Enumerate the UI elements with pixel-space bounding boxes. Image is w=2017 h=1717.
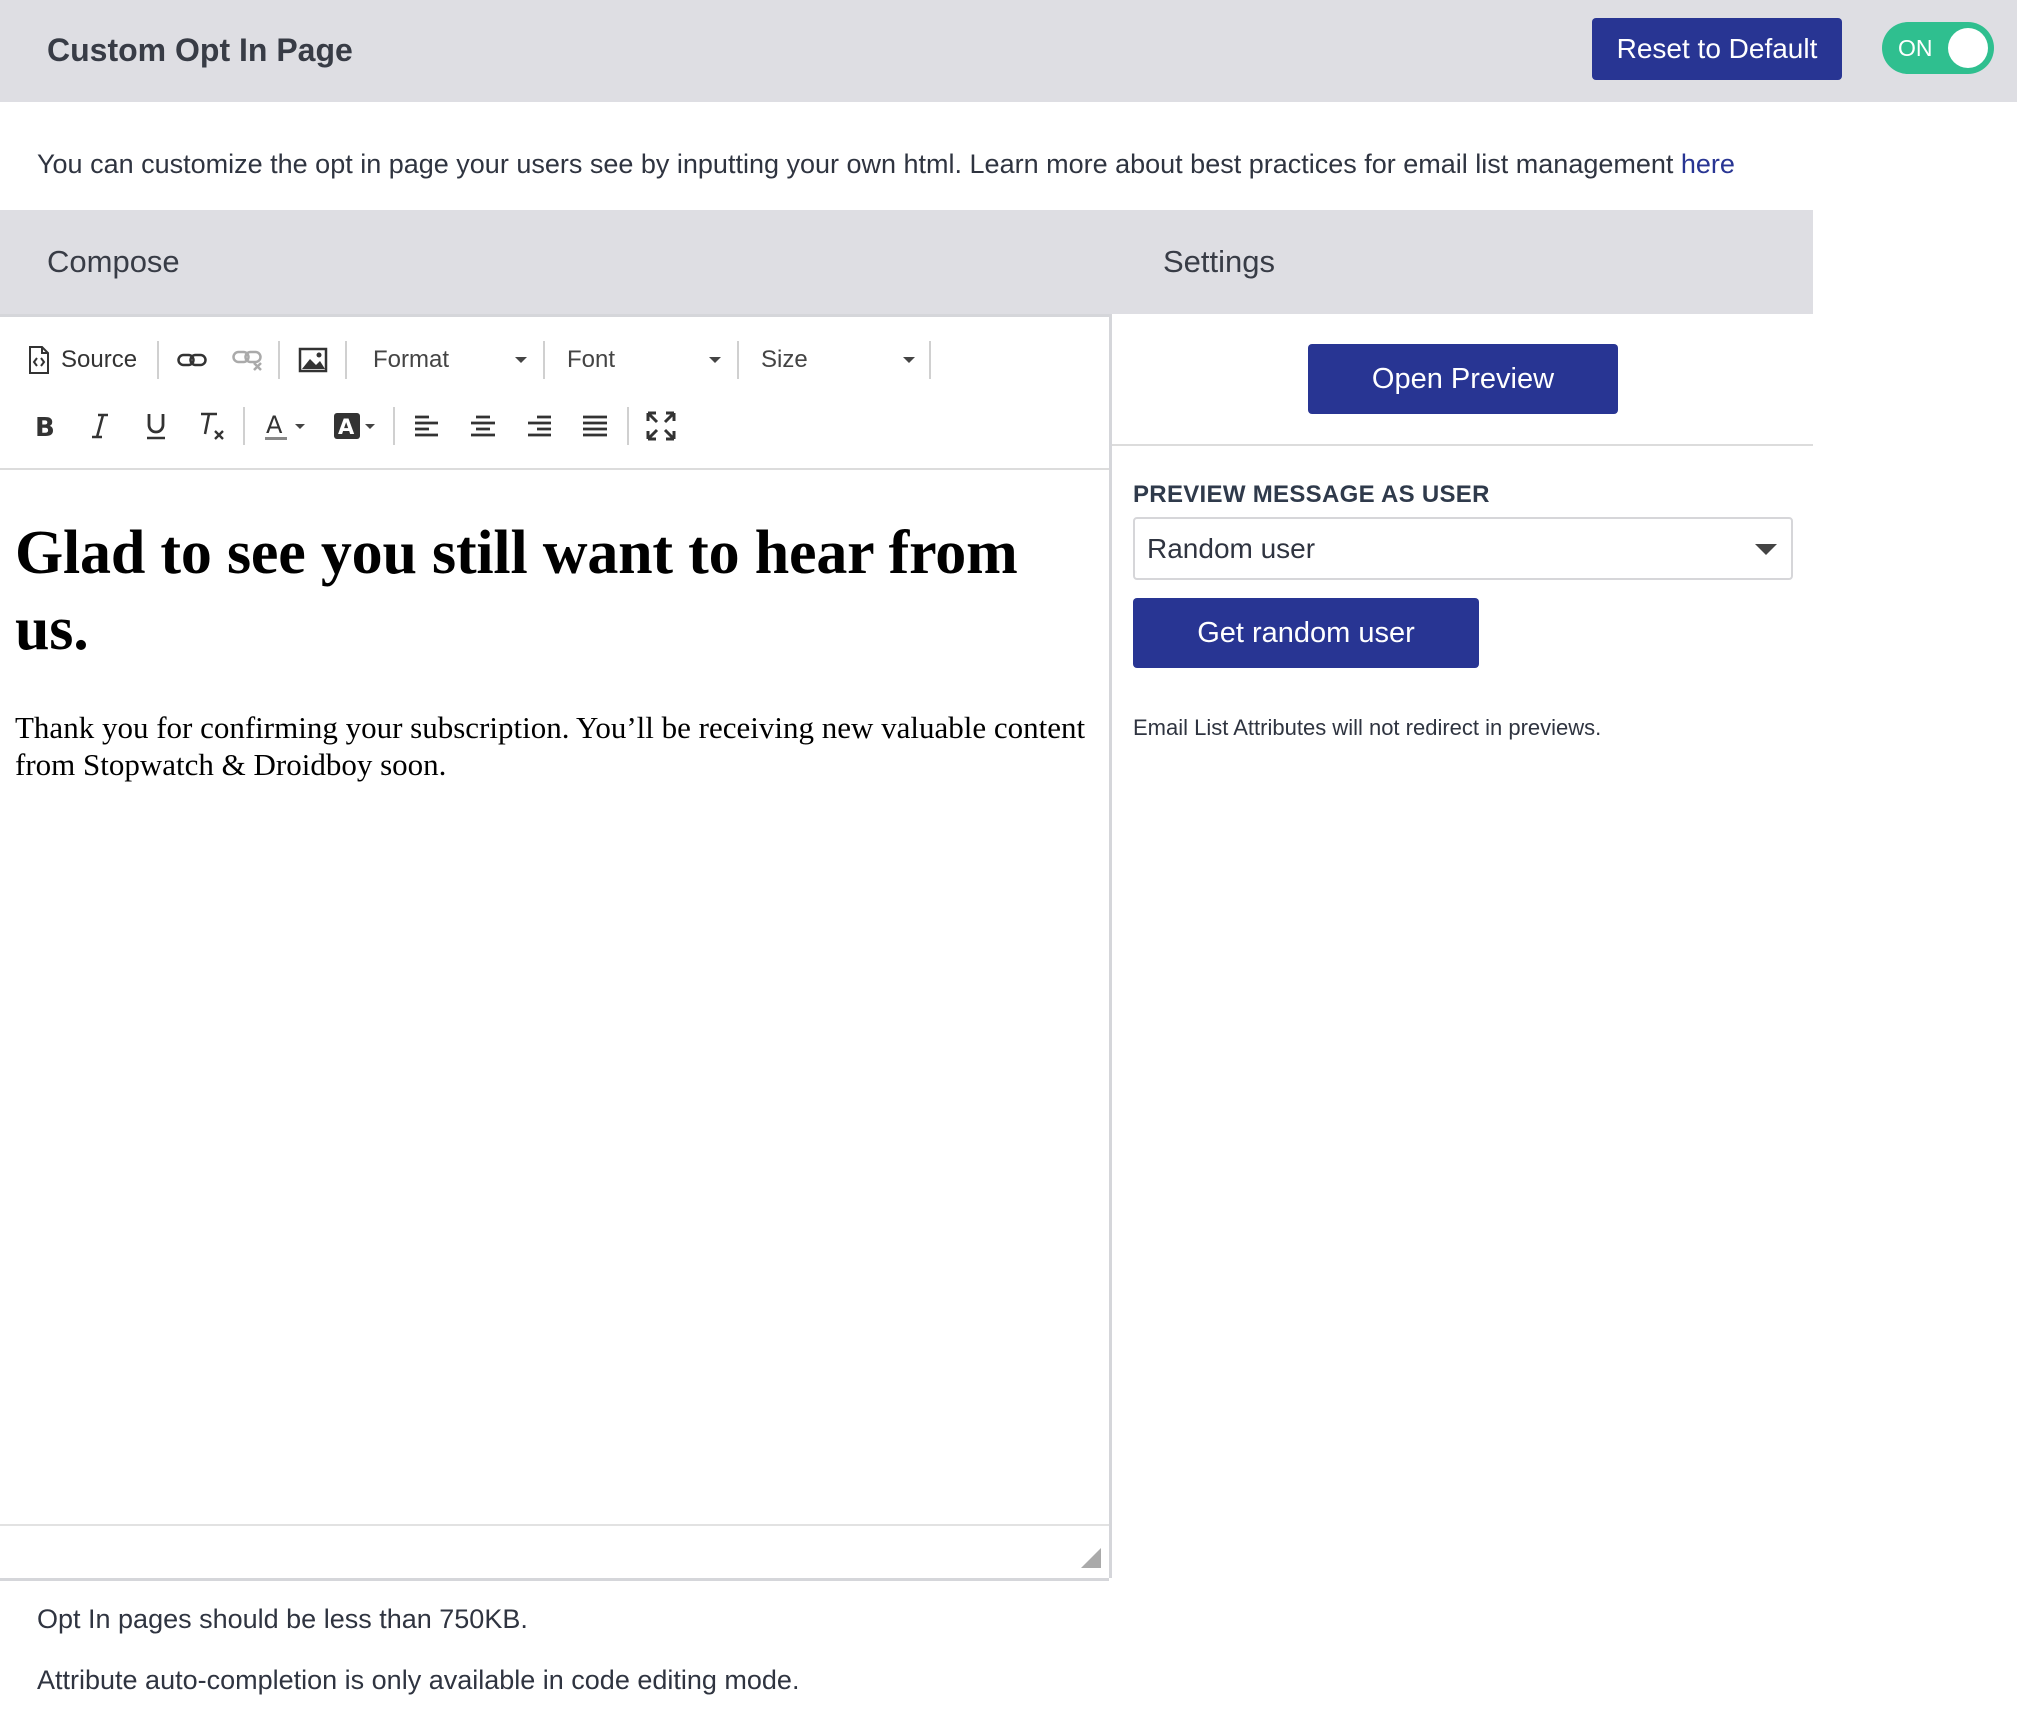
font-dropdown[interactable]: Font <box>567 339 721 381</box>
editor-footer <box>0 1524 1109 1581</box>
toggle-knob <box>1948 28 1988 68</box>
top-header: Custom Opt In Page Reset to Default ON <box>0 0 2017 102</box>
toolbar-separator <box>243 407 245 445</box>
preview-user-value: Random user <box>1147 533 1316 564</box>
bold-icon: B <box>33 413 55 439</box>
link-button[interactable] <box>172 339 212 381</box>
toggle-label: ON <box>1898 35 1933 61</box>
redirect-note: Email List Attributes will not redirect … <box>1133 715 1602 740</box>
source-label: Source <box>61 346 138 373</box>
image-button[interactable] <box>293 339 333 381</box>
compose-heading: Compose <box>47 244 180 279</box>
toolbar-separator <box>345 341 347 379</box>
format-dropdown[interactable]: Format <box>373 339 527 381</box>
settings-panel: Open Preview PREVIEW MESSAGE AS USER Ran… <box>1112 314 1813 1717</box>
learn-more-link[interactable]: here <box>1681 149 1735 179</box>
intro-text: You can customize the opt in page your u… <box>37 144 1735 184</box>
text-color-glyph: A <box>266 411 283 439</box>
text-color-icon: A <box>263 411 293 441</box>
remove-format-button[interactable] <box>191 405 231 447</box>
remove-format-icon <box>196 411 226 441</box>
align-center-icon <box>470 414 496 438</box>
preview-user-select[interactable]: Random user <box>1133 517 1793 580</box>
source-button[interactable]: Source <box>26 339 137 381</box>
unlink-icon <box>232 349 264 371</box>
underline-icon <box>144 412 168 440</box>
align-left-button[interactable] <box>407 405 447 447</box>
chevron-down-icon <box>295 423 305 429</box>
toolbar-separator <box>157 341 159 379</box>
align-left-icon <box>414 414 440 438</box>
svg-text:B: B <box>35 413 55 439</box>
size-dropdown[interactable]: Size <box>761 339 915 381</box>
settings-divider <box>1112 444 1813 446</box>
rich-text-editor: Source Format Font Size B A A Glad to se… <box>0 314 1112 1581</box>
editor-toolbar: Source Format Font Size B A A <box>0 317 1109 470</box>
background-color-button[interactable]: A <box>326 405 382 447</box>
image-icon <box>298 347 328 373</box>
autocomplete-note: Attribute auto-completion is only availa… <box>37 1665 800 1695</box>
toolbar-separator <box>278 341 280 379</box>
chevron-down-icon <box>365 423 375 429</box>
link-icon <box>177 352 207 368</box>
justify-button[interactable] <box>575 405 615 447</box>
chevron-down-icon <box>903 357 915 363</box>
chevron-down-icon <box>709 357 721 363</box>
toolbar-separator <box>627 407 629 445</box>
align-center-button[interactable] <box>463 405 503 447</box>
size-limit-note: Opt In pages should be less than 750KB. <box>37 1604 528 1634</box>
resize-handle-icon[interactable] <box>1081 1548 1101 1568</box>
chevron-down-icon <box>515 357 527 363</box>
source-icon <box>26 345 52 375</box>
italic-button[interactable] <box>80 405 120 447</box>
page-title: Custom Opt In Page <box>47 32 353 68</box>
toolbar-separator <box>543 341 545 379</box>
underline-button[interactable] <box>136 405 176 447</box>
maximize-icon <box>646 411 676 441</box>
font-label: Font <box>567 346 616 373</box>
unlink-button[interactable] <box>228 339 268 381</box>
italic-icon <box>89 413 111 439</box>
get-random-user-button[interactable]: Get random user <box>1133 598 1479 668</box>
column-header-bar: Compose Settings <box>0 210 1813 314</box>
format-label: Format <box>373 346 450 373</box>
reset-to-default-button[interactable]: Reset to Default <box>1592 18 1842 80</box>
align-right-icon <box>526 414 552 438</box>
opt-in-toggle[interactable]: ON <box>1882 22 1994 74</box>
content-paragraph: Thank you for confirming your subscripti… <box>15 710 1086 782</box>
bold-button[interactable]: B <box>24 405 64 447</box>
justify-icon <box>582 414 608 438</box>
background-color-icon: A <box>333 411 363 441</box>
content-heading: Glad to see you still want to hear from … <box>15 519 1018 663</box>
maximize-button[interactable] <box>641 405 681 447</box>
editor-content-area[interactable]: Glad to see you still want to hear from … <box>0 470 1109 1524</box>
chevron-down-icon <box>1755 544 1777 555</box>
preview-as-user-label: PREVIEW MESSAGE AS USER <box>1133 481 1490 508</box>
bg-color-glyph: A <box>338 415 355 439</box>
intro-description: You can customize the opt in page your u… <box>37 149 1681 179</box>
toolbar-separator <box>737 341 739 379</box>
toolbar-separator <box>393 407 395 445</box>
open-preview-button[interactable]: Open Preview <box>1308 344 1618 414</box>
text-color-button[interactable]: A <box>256 405 312 447</box>
settings-heading: Settings <box>1163 244 1276 279</box>
size-label: Size <box>761 346 808 373</box>
toolbar-separator <box>929 341 931 379</box>
align-right-button[interactable] <box>519 405 559 447</box>
